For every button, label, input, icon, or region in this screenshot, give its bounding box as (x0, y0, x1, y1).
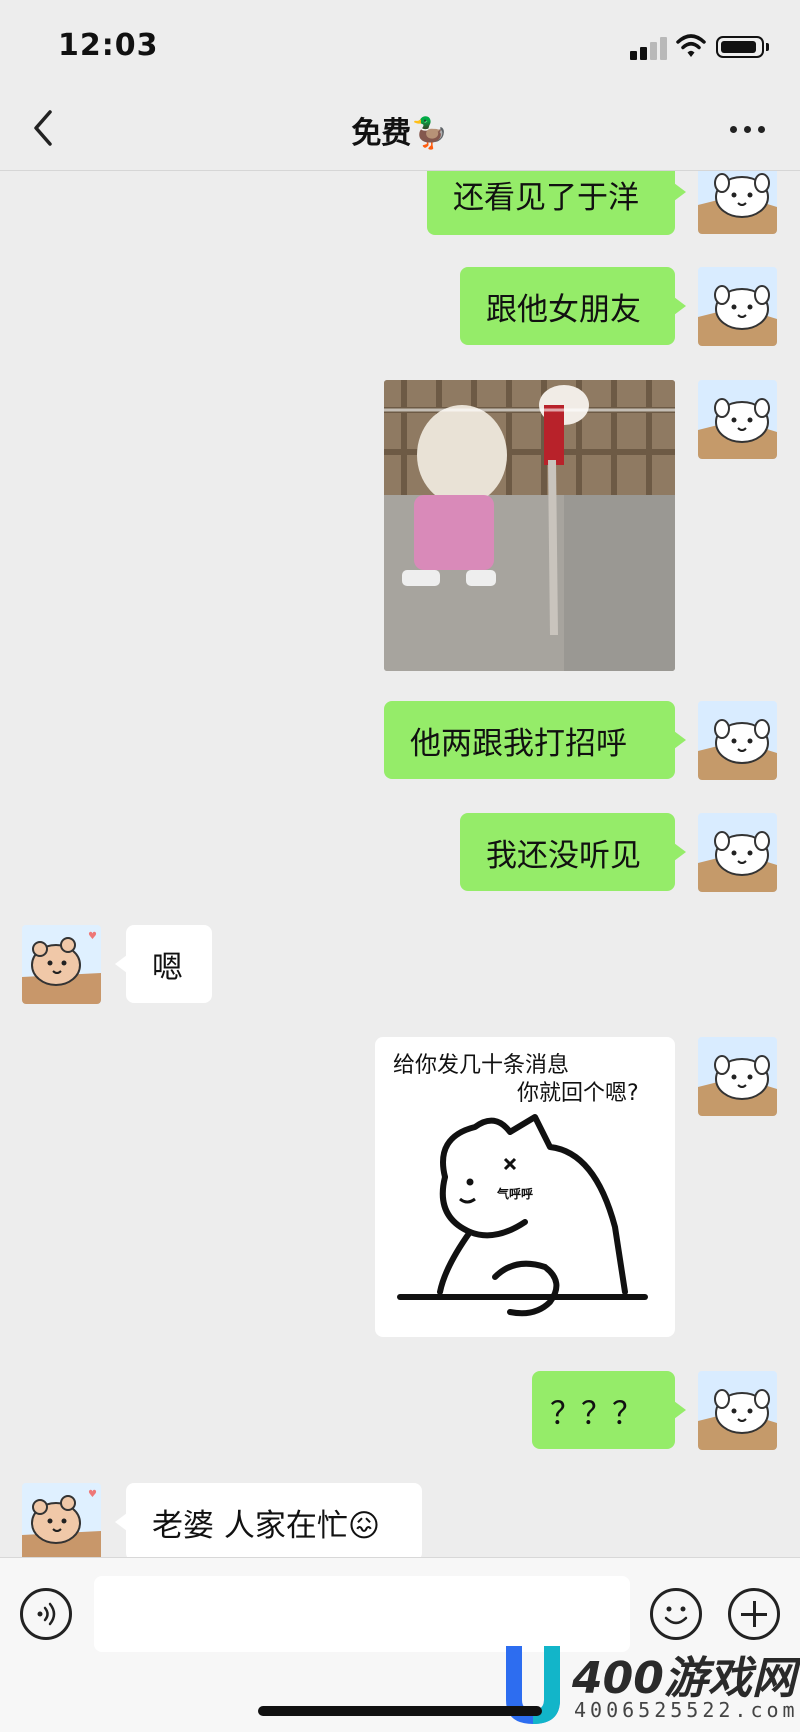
sticker-text-line2: 你就回个嗯? (517, 1081, 639, 1106)
status-time: 12:03 (58, 28, 159, 63)
watermark-phone: 4006525522.com (574, 1698, 799, 1722)
watermark-brand: 400游戏网 (572, 1653, 796, 1704)
message-bubble[interactable]: 嗯 (115, 925, 212, 1003)
chat-header: 免费🦆 (0, 90, 800, 171)
battery-icon (716, 36, 769, 58)
svg-text:♥: ♥ (88, 931, 97, 942)
message-bubble[interactable]: 老婆 人家在忙😖 (115, 1483, 422, 1557)
voice-icon[interactable] (20, 1588, 72, 1640)
watermark: 400游戏网 4006525522.com (500, 1640, 800, 1731)
avatar[interactable] (698, 380, 777, 459)
signal-icon (630, 36, 670, 60)
avatar[interactable] (698, 1371, 777, 1450)
home-indicator[interactable] (258, 1706, 542, 1716)
avatar[interactable] (698, 1037, 777, 1116)
message-bubble[interactable]: 还看见了于洋 (427, 171, 686, 235)
message-photo[interactable] (384, 380, 675, 671)
avatar[interactable] (698, 171, 777, 234)
message-bubble[interactable]: 跟他女朋友 (460, 267, 686, 345)
wifi-icon (676, 34, 706, 57)
svg-text:♥: ♥ (88, 1489, 97, 1500)
message-bubble[interactable]: 我还没听见 (460, 813, 686, 891)
plus-icon[interactable] (728, 1588, 780, 1640)
avatar[interactable]: ♥ (22, 1483, 101, 1557)
sticker-face-text: 气呼呼 (497, 1187, 534, 1201)
message-list[interactable]: 还看见了于洋 跟他女朋友 他两跟我打招呼 我还没听见 ♥ 嗯 给你发几十条消息 … (0, 171, 800, 1557)
avatar[interactable] (698, 701, 777, 780)
avatar[interactable] (698, 267, 777, 346)
message-bubble[interactable]: ？？？ (532, 1371, 686, 1449)
message-sticker[interactable]: 给你发几十条消息 你就回个嗯? 气呼呼 (375, 1037, 675, 1337)
emoji-icon[interactable] (650, 1588, 702, 1640)
avatar[interactable]: ♥ (22, 925, 101, 1004)
chat-title: 免费🦆 (351, 116, 449, 151)
more-dots-icon[interactable] (730, 126, 766, 134)
avatar[interactable] (698, 813, 777, 892)
message-bubble[interactable]: 他两跟我打招呼 (384, 701, 686, 779)
status-bar: 12:03 (0, 0, 800, 90)
